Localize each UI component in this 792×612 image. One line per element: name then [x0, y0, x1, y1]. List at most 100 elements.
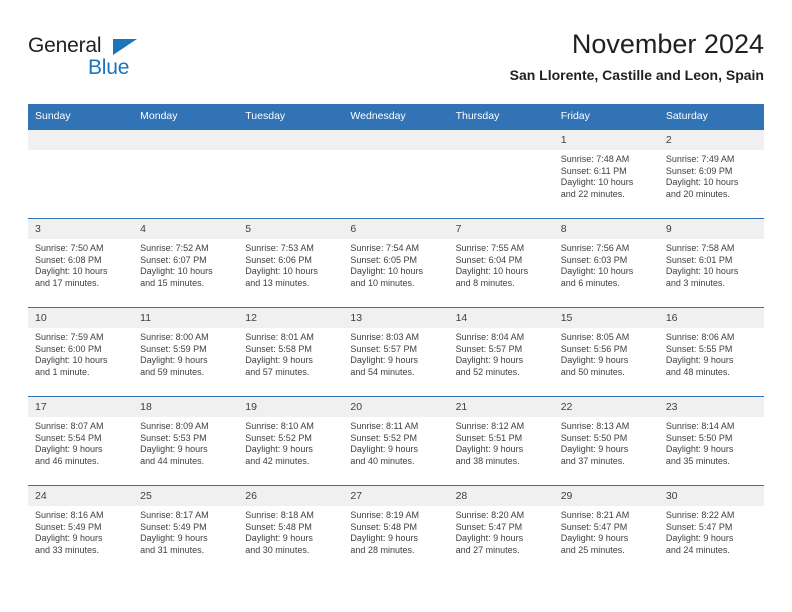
- daylight-text-1: Daylight: 9 hours: [560, 533, 629, 544]
- day-cell[interactable]: Sunrise: 7:52 AM Sunset: 6:07 PM Dayligh…: [133, 239, 238, 307]
- day-number[interactable]: 1: [554, 130, 659, 150]
- day-number[interactable]: 19: [238, 397, 343, 417]
- day-cell[interactable]: Sunrise: 8:07 AM Sunset: 5:54 PM Dayligh…: [28, 417, 133, 485]
- daylight-text-1: Daylight: 10 hours: [455, 266, 529, 277]
- sunset-text: Sunset: 5:51 PM: [455, 432, 523, 443]
- day-cell[interactable]: Sunrise: 8:17 AM Sunset: 5:49 PM Dayligh…: [133, 506, 238, 574]
- day-number[interactable]: 20: [343, 397, 448, 417]
- day-cell[interactable]: Sunrise: 7:55 AM Sunset: 6:04 PM Dayligh…: [449, 239, 554, 307]
- day-cell[interactable]: Sunrise: 8:04 AM Sunset: 5:57 PM Dayligh…: [449, 328, 554, 396]
- daylight-text-1: Daylight: 9 hours: [350, 355, 418, 366]
- day-cell[interactable]: Sunrise: 8:13 AM Sunset: 5:50 PM Dayligh…: [554, 417, 659, 485]
- day-cell[interactable]: Sunrise: 8:14 AM Sunset: 5:50 PM Dayligh…: [659, 417, 764, 485]
- day-number[interactable]: 6: [343, 219, 448, 239]
- day-number[interactable]: 21: [449, 397, 554, 417]
- day-cell[interactable]: Sunrise: 7:48 AM Sunset: 6:11 PM Dayligh…: [554, 150, 659, 218]
- day-cell[interactable]: Sunrise: 7:54 AM Sunset: 6:05 PM Dayligh…: [343, 239, 448, 307]
- sunrise-text: Sunrise: 8:09 AM: [140, 421, 209, 431]
- day-number[interactable]: [343, 130, 448, 150]
- sunset-text: Sunset: 6:11 PM: [560, 165, 627, 176]
- daylight-text-2: and 31 minutes.: [140, 544, 205, 555]
- day-cell[interactable]: Sunrise: 8:22 AM Sunset: 5:47 PM Dayligh…: [659, 506, 764, 574]
- daylight-text-2: and 38 minutes.: [455, 455, 520, 466]
- sunset-text: Sunset: 5:47 PM: [665, 521, 733, 532]
- day-number[interactable]: 9: [659, 219, 764, 239]
- day-cell[interactable]: Sunrise: 8:19 AM Sunset: 5:48 PM Dayligh…: [343, 506, 448, 574]
- day-cell[interactable]: Sunrise: 8:09 AM Sunset: 5:53 PM Dayligh…: [133, 417, 238, 485]
- day-number[interactable]: 5: [238, 219, 343, 239]
- day-cell[interactable]: [343, 150, 448, 218]
- day-cell[interactable]: Sunrise: 7:50 AM Sunset: 6:08 PM Dayligh…: [28, 239, 133, 307]
- day-cell[interactable]: [133, 150, 238, 218]
- page-title: November 2024: [571, 29, 764, 59]
- day-cell[interactable]: Sunrise: 8:18 AM Sunset: 5:48 PM Dayligh…: [238, 506, 343, 574]
- day-number[interactable]: 28: [449, 486, 554, 506]
- sunrise-text: Sunrise: 8:19 AM: [350, 510, 419, 520]
- day-cell[interactable]: Sunrise: 7:49 AM Sunset: 6:09 PM Dayligh…: [659, 150, 764, 218]
- day-number[interactable]: 17: [28, 397, 133, 417]
- sunrise-text: Sunrise: 7:55 AM: [455, 243, 525, 253]
- week-day-number-band: 3 4 5 6 7 8 9: [28, 219, 764, 239]
- day-number[interactable]: 7: [449, 219, 554, 239]
- day-number[interactable]: 24: [28, 486, 133, 506]
- weekday-header-tuesday: Tuesday: [245, 110, 286, 122]
- day-cell[interactable]: Sunrise: 8:12 AM Sunset: 5:51 PM Dayligh…: [449, 417, 554, 485]
- day-number[interactable]: 30: [659, 486, 764, 506]
- day-number[interactable]: 15: [554, 308, 659, 328]
- sunset-text: Sunset: 5:56 PM: [560, 343, 628, 354]
- daylight-text-2: and 20 minutes.: [665, 188, 730, 199]
- daylight-text-2: and 25 minutes.: [560, 544, 625, 555]
- day-cell[interactable]: [449, 150, 554, 218]
- sunset-text: Sunset: 6:09 PM: [665, 165, 733, 176]
- day-number[interactable]: 26: [238, 486, 343, 506]
- day-cell[interactable]: Sunrise: 7:53 AM Sunset: 6:06 PM Dayligh…: [238, 239, 343, 307]
- daylight-text-2: and 40 minutes.: [350, 455, 415, 466]
- day-cell[interactable]: Sunrise: 8:11 AM Sunset: 5:52 PM Dayligh…: [343, 417, 448, 485]
- day-number[interactable]: 8: [554, 219, 659, 239]
- daylight-text-1: Daylight: 9 hours: [560, 355, 629, 366]
- day-cell[interactable]: Sunrise: 8:01 AM Sunset: 5:58 PM Dayligh…: [238, 328, 343, 396]
- day-number[interactable]: 13: [343, 308, 448, 328]
- day-number[interactable]: 22: [554, 397, 659, 417]
- day-number[interactable]: [238, 130, 343, 150]
- day-cell[interactable]: Sunrise: 8:03 AM Sunset: 5:57 PM Dayligh…: [343, 328, 448, 396]
- day-cell[interactable]: Sunrise: 8:10 AM Sunset: 5:52 PM Dayligh…: [238, 417, 343, 485]
- day-number[interactable]: 23: [659, 397, 764, 417]
- day-number[interactable]: 2: [659, 130, 764, 150]
- day-number[interactable]: [28, 130, 133, 150]
- day-cell[interactable]: Sunrise: 8:06 AM Sunset: 5:55 PM Dayligh…: [659, 328, 764, 396]
- day-number[interactable]: [449, 130, 554, 150]
- weekday-header-saturday: Saturday: [665, 110, 708, 122]
- day-cell[interactable]: Sunrise: 8:00 AM Sunset: 5:59 PM Dayligh…: [133, 328, 238, 396]
- week-detail-band: Sunrise: 7:48 AM Sunset: 6:11 PM Dayligh…: [28, 150, 764, 218]
- general-blue-logo[interactable]: General Blue: [28, 34, 228, 92]
- day-cell[interactable]: Sunrise: 8:05 AM Sunset: 5:56 PM Dayligh…: [554, 328, 659, 396]
- day-cell[interactable]: Sunrise: 8:20 AM Sunset: 5:47 PM Dayligh…: [449, 506, 554, 574]
- day-number[interactable]: 14: [449, 308, 554, 328]
- day-number[interactable]: 11: [133, 308, 238, 328]
- day-cell[interactable]: [238, 150, 343, 218]
- day-number[interactable]: 3: [28, 219, 133, 239]
- day-number[interactable]: 4: [133, 219, 238, 239]
- day-number[interactable]: 18: [133, 397, 238, 417]
- day-number[interactable]: 27: [343, 486, 448, 506]
- sunset-text: Sunset: 5:52 PM: [350, 432, 417, 443]
- daylight-text-1: Daylight: 9 hours: [350, 444, 418, 455]
- sunset-text: Sunset: 5:54 PM: [35, 432, 102, 443]
- day-number[interactable]: 25: [133, 486, 238, 506]
- sunrise-text: Sunrise: 8:04 AM: [455, 332, 525, 342]
- day-number[interactable]: 16: [659, 308, 764, 328]
- day-cell[interactable]: Sunrise: 8:21 AM Sunset: 5:47 PM Dayligh…: [554, 506, 659, 574]
- sunset-text: Sunset: 5:57 PM: [455, 343, 523, 354]
- day-cell[interactable]: [28, 150, 133, 218]
- day-number[interactable]: [133, 130, 238, 150]
- day-cell[interactable]: Sunrise: 7:56 AM Sunset: 6:03 PM Dayligh…: [554, 239, 659, 307]
- day-cell[interactable]: Sunrise: 7:58 AM Sunset: 6:01 PM Dayligh…: [659, 239, 764, 307]
- day-number[interactable]: 10: [28, 308, 133, 328]
- day-number[interactable]: 29: [554, 486, 659, 506]
- daylight-text-1: Daylight: 9 hours: [560, 444, 629, 455]
- day-cell[interactable]: Sunrise: 8:16 AM Sunset: 5:49 PM Dayligh…: [28, 506, 133, 574]
- day-number[interactable]: 12: [238, 308, 343, 328]
- day-cell[interactable]: Sunrise: 7:59 AM Sunset: 6:00 PM Dayligh…: [28, 328, 133, 396]
- daylight-text-2: and 48 minutes.: [665, 366, 730, 377]
